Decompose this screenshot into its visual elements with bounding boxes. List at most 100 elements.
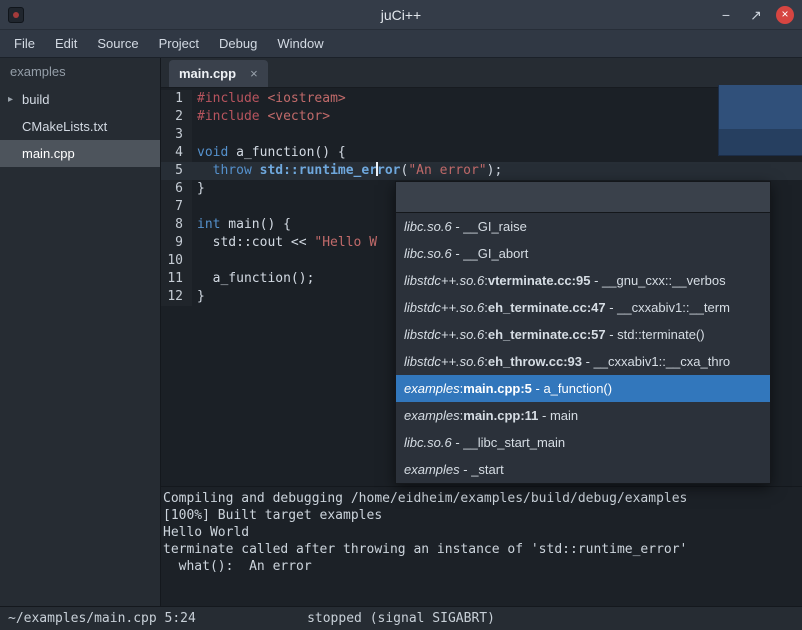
terminal-line: terminate called after throwing an insta… (163, 541, 802, 558)
terminal-line: what(): An error (163, 558, 802, 575)
file-location: eh_throw.cc:93 (488, 354, 582, 369)
backtrace-item[interactable]: libstdc++.so.6:vterminate.cc:95 - __gnu_… (396, 267, 770, 294)
tab-main-cpp[interactable]: main.cpp × (169, 60, 268, 87)
backtrace-item[interactable]: examples:main.cpp:5 - a_function() (396, 375, 770, 402)
function-name: - __cxxabiv1::__term (606, 300, 730, 315)
function-name: - __gnu_cxx::__verbos (590, 273, 725, 288)
line-number: 2 (161, 108, 192, 126)
close-button[interactable]: × (776, 6, 794, 24)
code-text: void a_function() { (192, 144, 346, 162)
statusbar: ~/examples/main.cpp 5:24 stopped (signal… (0, 606, 802, 630)
code-text (192, 252, 197, 270)
tab-label: main.cpp (179, 66, 236, 81)
tabbar: main.cpp × (161, 58, 802, 88)
line-number: 8 (161, 216, 192, 234)
function-name: - __GI_raise (452, 219, 527, 234)
sidebar-item-label: CMakeLists.txt (22, 119, 107, 134)
sidebar-item-cmakelists-txt[interactable]: CMakeLists.txt (0, 113, 160, 140)
output-terminal[interactable]: Compiling and debugging /home/eidheim/ex… (161, 486, 802, 606)
code-text: std::cout << "Hello W (192, 234, 377, 252)
file-location: eh_terminate.cc:47 (488, 300, 606, 315)
status-debug-state: stopped (signal SIGABRT) (0, 611, 802, 626)
debug-tooltip (718, 85, 802, 156)
backtrace-item[interactable]: libstdc++.so.6:eh_throw.cc:93 - __cxxabi… (396, 348, 770, 375)
function-name: - std::terminate() (606, 327, 705, 342)
code-text: } (192, 288, 205, 306)
code-token: std::cout << (197, 235, 314, 250)
code-token: void (197, 145, 228, 160)
module-name: libstdc++.so.6 (404, 327, 484, 342)
file-location: eh_terminate.cc:57 (488, 327, 606, 342)
file-location: main.cpp:5 (463, 381, 532, 396)
app-icon (8, 7, 24, 23)
backtrace-item[interactable]: libc.so.6 - __GI_abort (396, 240, 770, 267)
code-token: main() { (220, 217, 290, 232)
function-name: - a_function() (532, 381, 612, 396)
code-text (192, 198, 197, 216)
sidebar-item-label: main.cpp (22, 146, 75, 161)
code-text: throw std::runtime_error("An error"); (192, 162, 502, 180)
line-number: 6 (161, 180, 192, 198)
code-token: } (197, 181, 205, 196)
module-name: libstdc++.so.6 (404, 300, 484, 315)
function-name: - __libc_start_main (452, 435, 565, 450)
code-token: #include (197, 91, 260, 106)
code-token (197, 163, 213, 178)
code-token: ror (377, 163, 400, 178)
code-token: int (197, 217, 220, 232)
sidebar-item-build[interactable]: ▸build (0, 86, 160, 113)
code-token: a_function(); (197, 271, 314, 286)
code-token: a_function() { (228, 145, 345, 160)
code-token: } (197, 289, 205, 304)
code-line: 3 (161, 126, 802, 144)
project-name: examples (0, 58, 160, 86)
backtrace-item[interactable]: examples - _start (396, 456, 770, 483)
code-text: a_function(); (192, 270, 314, 288)
menu-edit[interactable]: Edit (45, 32, 87, 55)
code-line: 5 throw std::runtime_error("An error"); (161, 162, 802, 180)
terminal-line: Compiling and debugging /home/eidheim/ex… (163, 490, 802, 507)
backtrace-item[interactable]: libc.so.6 - __GI_raise (396, 213, 770, 240)
line-number: 7 (161, 198, 192, 216)
sidebar-item-label: build (22, 92, 49, 107)
code-token: <iostream> (267, 91, 345, 106)
code-line: 4void a_function() { (161, 144, 802, 162)
titlebar: juCi++ − ↗ × (0, 0, 802, 30)
tab-close-icon[interactable]: × (250, 66, 258, 81)
menu-file[interactable]: File (4, 32, 45, 55)
line-number: 1 (161, 90, 192, 108)
code-text: #include <vector> (192, 108, 330, 126)
file-location: vterminate.cc:95 (488, 273, 591, 288)
code-token: #include (197, 109, 260, 124)
code-token: "Hello W (314, 235, 377, 250)
module-name: examples (404, 381, 460, 396)
window-controls: − ↗ × (716, 5, 794, 25)
module-name: libc.so.6 (404, 435, 452, 450)
module-name: libc.so.6 (404, 219, 452, 234)
window-title: juCi++ (0, 7, 802, 23)
menu-project[interactable]: Project (149, 32, 209, 55)
backtrace-item[interactable]: examples:main.cpp:11 - main (396, 402, 770, 429)
minimize-button[interactable]: − (716, 5, 736, 25)
sidebar-item-main-cpp[interactable]: main.cpp (0, 140, 160, 167)
backtrace-item[interactable]: libstdc++.so.6:eh_terminate.cc:47 - __cx… (396, 294, 770, 321)
backtrace-item[interactable]: libc.so.6 - __libc_start_main (396, 429, 770, 456)
code-text: int main() { (192, 216, 291, 234)
function-name: - _start (460, 462, 504, 477)
backtrace-item[interactable]: libstdc++.so.6:eh_terminate.cc:57 - std:… (396, 321, 770, 348)
module-name: libstdc++.so.6 (404, 354, 484, 369)
menu-window[interactable]: Window (267, 32, 333, 55)
code-line: 1 #include <iostream> (161, 90, 802, 108)
line-number: 4 (161, 144, 192, 162)
file-list: ▸build CMakeLists.txt main.cpp (0, 86, 160, 167)
maximize-button[interactable]: ↗ (746, 5, 766, 25)
code-token: "An error" (408, 163, 486, 178)
module-name: examples (404, 408, 460, 423)
line-number: 9 (161, 234, 192, 252)
chevron-right-icon: ▸ (8, 94, 22, 105)
terminal-line: Hello World (163, 524, 802, 541)
menu-debug[interactable]: Debug (209, 32, 267, 55)
terminal-line: [100%] Built target examples (163, 507, 802, 524)
menu-source[interactable]: Source (87, 32, 148, 55)
backtrace-list: libc.so.6 - __GI_raiselibc.so.6 - __GI_a… (396, 213, 770, 483)
